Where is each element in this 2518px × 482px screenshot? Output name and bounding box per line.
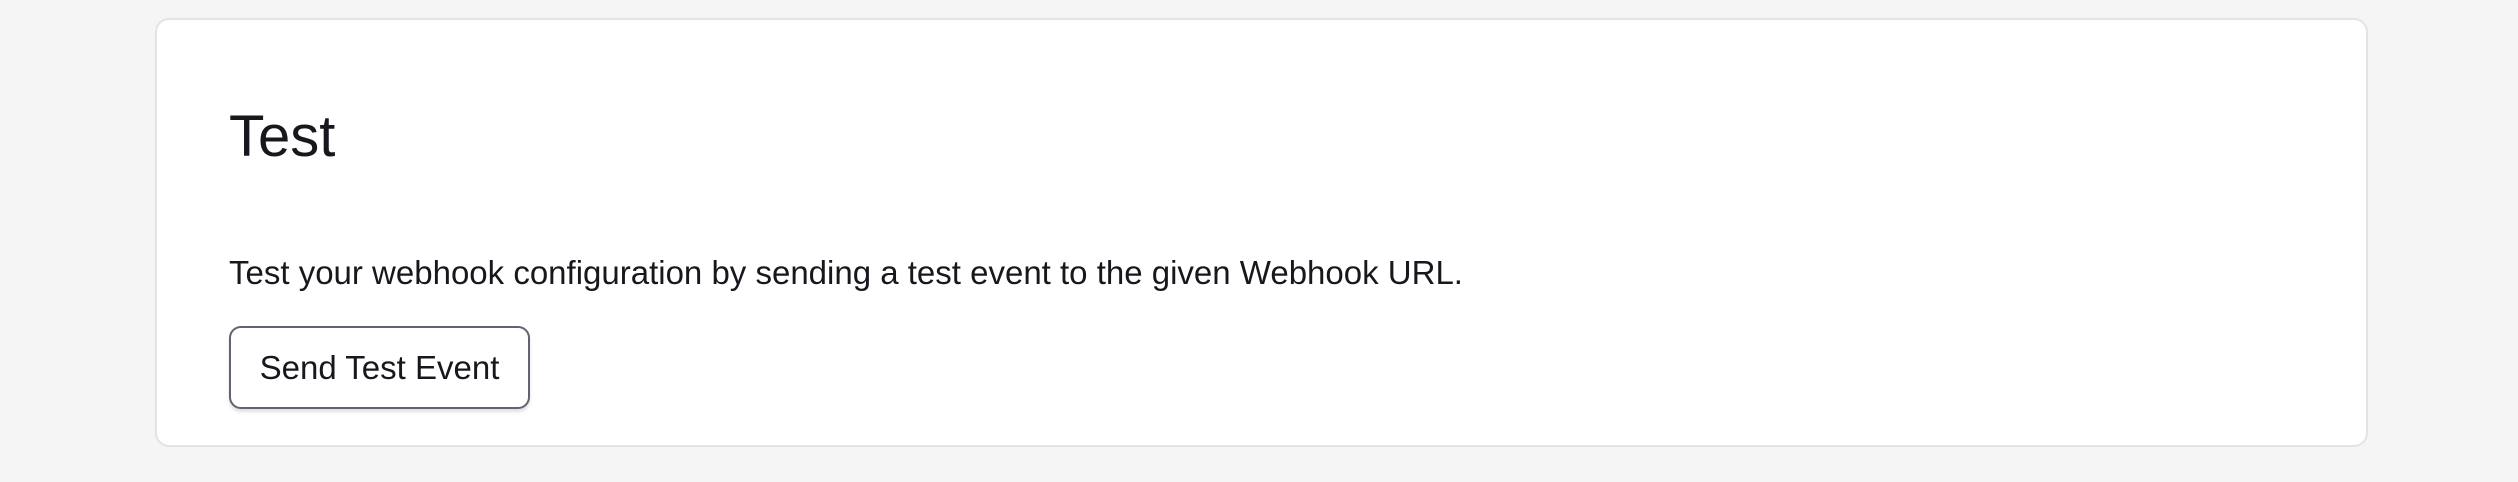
section-title: Test: [229, 104, 336, 169]
send-test-event-button[interactable]: Send Test Event: [229, 326, 530, 409]
section-description: Test your webhook configuration by sendi…: [229, 254, 1463, 291]
test-webhook-card: Test Test your webhook configuration by …: [155, 18, 2368, 447]
